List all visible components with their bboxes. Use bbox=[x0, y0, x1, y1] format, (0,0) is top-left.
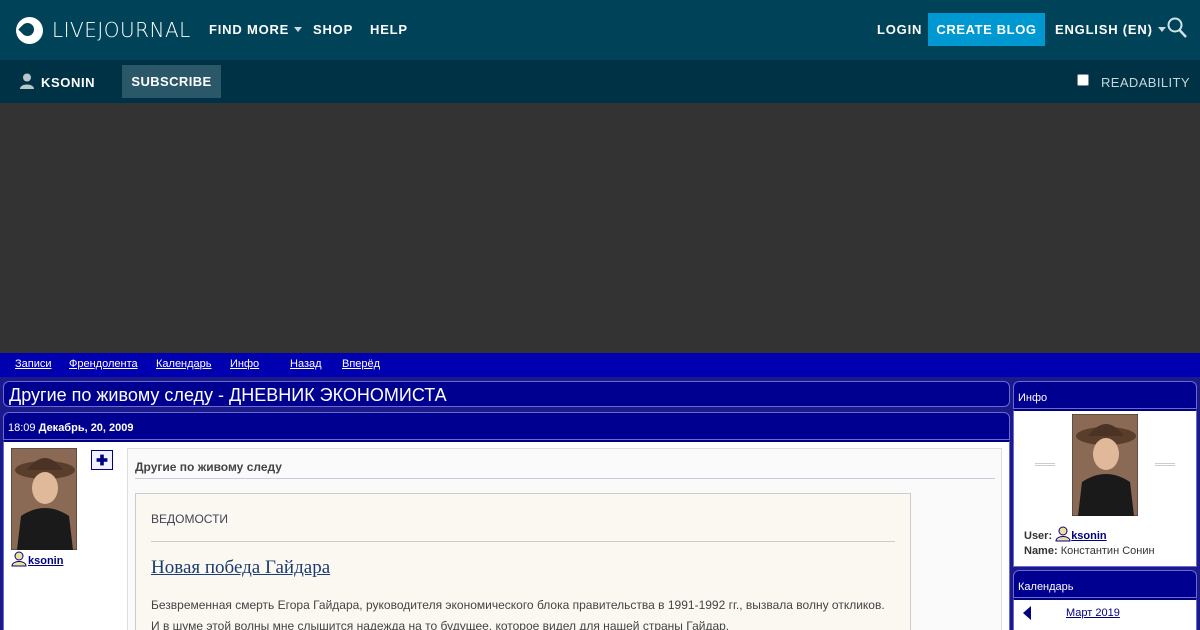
divider bbox=[1035, 463, 1055, 466]
entry-time: 18:09 bbox=[8, 422, 36, 434]
page-title-box: Другие по живому следу - ДНЕВНИК ЭКОНОМИ… bbox=[3, 381, 1010, 407]
nav-info-link[interactable]: Инфо bbox=[230, 358, 259, 370]
entry-timestamp: 18:09 Декабрь, 20, 2009 bbox=[8, 422, 134, 434]
add-to-memories-icon[interactable] bbox=[91, 450, 113, 470]
shop-link[interactable]: SHOP bbox=[313, 22, 353, 37]
divider bbox=[1155, 463, 1175, 466]
journal-nav-bar: Записи Френдолента Календарь Инфо Назад … bbox=[0, 353, 1200, 377]
entry-header: 18:09 Декабрь, 20, 2009 bbox=[3, 412, 1010, 440]
info-user-link[interactable]: ksonin bbox=[1071, 530, 1106, 542]
page-title: Другие по живому следу - ДНЕВНИК ЭКОНОМИ… bbox=[9, 385, 447, 405]
nav-friends-link[interactable]: Френдолента bbox=[69, 358, 138, 370]
language-selector[interactable]: ENGLISH (EN) bbox=[1055, 22, 1166, 37]
find-more-menu[interactable]: FIND MORE bbox=[209, 22, 303, 37]
user-head-icon[interactable] bbox=[11, 551, 27, 567]
post-subject: Другие по живому следу bbox=[135, 460, 282, 474]
divider bbox=[151, 541, 895, 542]
journal-owner-username[interactable]: KSONIN bbox=[41, 75, 95, 90]
livejournal-logo[interactable]: LIVEJOURNAL bbox=[16, 15, 191, 45]
info-name-value: Константин Сонин bbox=[1060, 545, 1155, 557]
readability-label[interactable]: READABILITY bbox=[1101, 75, 1190, 90]
calendar-month-link[interactable]: Март 2019 bbox=[1066, 607, 1120, 619]
search-icon[interactable] bbox=[1167, 17, 1187, 39]
sidebar-calendar-title: Календарь bbox=[1018, 581, 1074, 593]
divider bbox=[135, 478, 995, 479]
subscribe-button[interactable]: SUBSCRIBE bbox=[122, 65, 221, 98]
info-name-label: Name: bbox=[1024, 545, 1058, 557]
sidebar-info-title: Инфо bbox=[1018, 392, 1048, 404]
livejournal-logo-icon bbox=[16, 16, 43, 44]
readability-checkbox[interactable] bbox=[1077, 74, 1089, 86]
sidebar-calendar-header: Календарь bbox=[1013, 570, 1197, 598]
nav-calendar-link[interactable]: Календарь bbox=[156, 358, 212, 370]
info-user-row: User: ksonin bbox=[1024, 526, 1107, 542]
entry-author-link[interactable]: ksonin bbox=[28, 555, 63, 567]
nav-entries-link[interactable]: Записи bbox=[15, 358, 52, 370]
article-paragraph: И в шуме этой волны мне слышится надежда… bbox=[151, 619, 730, 630]
article-title-link[interactable]: Новая победа Гайдара bbox=[151, 557, 330, 579]
advertisement-area bbox=[0, 103, 1200, 353]
language-label: ENGLISH (EN) bbox=[1055, 22, 1153, 37]
chevron-down-icon bbox=[294, 27, 303, 32]
logo-text: LIVEJOURNAL bbox=[52, 18, 191, 42]
user-head-icon[interactable] bbox=[1055, 526, 1071, 542]
user-icon bbox=[20, 73, 34, 89]
entry-date: Декабрь, 20, 2009 bbox=[38, 422, 134, 434]
userpic-avatar[interactable] bbox=[11, 448, 77, 550]
sidebar-info-header: Инфо bbox=[1013, 381, 1197, 409]
source-image-alt[interactable]: ВЕДОМОСТИ bbox=[151, 512, 228, 526]
login-link[interactable]: LOGIN bbox=[877, 22, 922, 37]
article-paragraph: Безвременная смерть Егора Гайдара, руков… bbox=[151, 598, 885, 612]
nav-forward-link[interactable]: Вперёд bbox=[342, 358, 380, 370]
info-name-row: Name: Константин Сонин bbox=[1024, 545, 1155, 557]
calendar-prev-arrow-icon[interactable] bbox=[1023, 606, 1031, 620]
nav-back-link[interactable]: Назад bbox=[290, 358, 322, 370]
info-user-label: User: bbox=[1024, 530, 1053, 542]
find-more-label: FIND MORE bbox=[209, 22, 290, 37]
create-blog-button[interactable]: CREATE BLOG bbox=[928, 13, 1045, 46]
sidebar-userpic[interactable] bbox=[1072, 414, 1138, 516]
chevron-down-icon bbox=[1157, 27, 1166, 32]
help-link[interactable]: HELP bbox=[370, 22, 408, 37]
